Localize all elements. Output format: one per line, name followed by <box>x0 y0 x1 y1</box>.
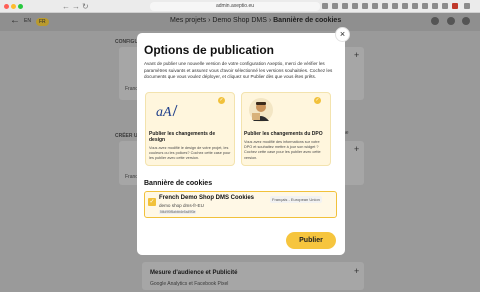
typography-icon: aA <box>156 104 178 119</box>
option-dpo-check-icon[interactable]: ✓ <box>314 97 321 104</box>
minimize-window-dot[interactable] <box>11 4 16 9</box>
extension-icon[interactable] <box>332 3 338 9</box>
cookie-config-name: French Demo Shop DMS Cookies <box>159 195 255 201</box>
modal-description: Avant de publier une nouvelle version de… <box>144 61 333 80</box>
add-icon[interactable]: + <box>354 266 359 276</box>
extension-icon[interactable] <box>352 3 358 9</box>
extension-icon[interactable] <box>342 3 348 9</box>
extension-icon[interactable] <box>442 3 448 9</box>
config-card-label: Franc <box>125 86 138 92</box>
breadcrumb-projects[interactable]: Mes projets <box>170 17 206 24</box>
settings-icon[interactable] <box>431 17 439 25</box>
modal-title: Options de publication <box>144 43 274 57</box>
extension-icon[interactable] <box>392 3 398 9</box>
add-icon[interactable]: + <box>354 144 359 154</box>
breadcrumb-project[interactable]: Demo Shop DMS <box>212 17 266 24</box>
section-config-label: CONFIGU <box>115 39 139 45</box>
browser-back-icon[interactable]: ← <box>62 1 70 12</box>
extension-icon[interactable] <box>372 3 378 9</box>
svg-text:aA: aA <box>156 105 172 119</box>
extension-icon[interactable] <box>382 3 388 9</box>
language-en[interactable]: EN <box>24 18 31 24</box>
notification-icon[interactable] <box>462 17 470 25</box>
language-badge: Français - European Union <box>270 196 322 203</box>
extension-icon[interactable] <box>432 3 438 9</box>
option-design-description: Vous avez modifié le design de votre pro… <box>149 146 231 161</box>
extension-icon[interactable] <box>402 3 408 9</box>
cookie-config-id: 5f4d9f0f5abbb4e5a49f3e <box>159 210 197 214</box>
audience-card-subtitle: Google Analytics et Facebook Pixel <box>150 281 229 287</box>
maximize-window-dot[interactable] <box>18 4 23 9</box>
extension-icon[interactable] <box>322 3 328 9</box>
browser-menu-icon[interactable] <box>464 3 470 9</box>
profile-icon[interactable] <box>452 3 458 9</box>
back-arrow-icon[interactable]: ← <box>10 15 20 26</box>
breadcrumb-current: Bannière de cookies <box>273 17 342 24</box>
close-window-dot[interactable] <box>4 4 9 9</box>
breadcrumb: Mes projets › Demo Shop DMS › Bannière d… <box>170 17 341 24</box>
section-create-label: CRÉER UI <box>115 133 139 139</box>
browser-reload-icon[interactable]: ↻ <box>82 1 89 12</box>
option-design-check-icon[interactable]: ✓ <box>218 97 225 104</box>
dpo-avatar-icon <box>249 98 273 122</box>
option-design-title: Publier les changements de design <box>149 131 216 143</box>
cookie-config-subtitle: demo shop dms-fr-EU <box>159 203 204 208</box>
cookie-checkbox[interactable]: ✓ <box>148 198 156 206</box>
extension-icon[interactable] <box>362 3 368 9</box>
address-bar[interactable]: admin.axeptio.eu <box>150 2 320 11</box>
app-header: ← EN FR Mes projets › Demo Shop DMS › Ba… <box>0 13 480 31</box>
browser-forward-icon[interactable]: → <box>72 1 80 12</box>
audience-card-title: Mesure d'audience et Publicité <box>150 270 238 276</box>
language-fr[interactable]: FR <box>36 18 49 26</box>
extension-icon[interactable] <box>422 3 428 9</box>
add-icon[interactable]: + <box>354 50 359 60</box>
create-card-label: Franc <box>125 174 138 180</box>
publish-button[interactable]: Publier <box>286 232 336 249</box>
option-dpo-description: Vous avez modifié des informations sur v… <box>244 140 321 160</box>
cookie-section-title: Bannière de cookies <box>144 180 213 187</box>
close-icon[interactable]: × <box>335 27 350 42</box>
option-dpo-title: Publier les changements du DPO <box>244 131 323 137</box>
extension-icon[interactable] <box>412 3 418 9</box>
user-icon[interactable] <box>447 17 455 25</box>
browser-toolbar: ← → ↻ admin.axeptio.eu <box>0 0 480 13</box>
